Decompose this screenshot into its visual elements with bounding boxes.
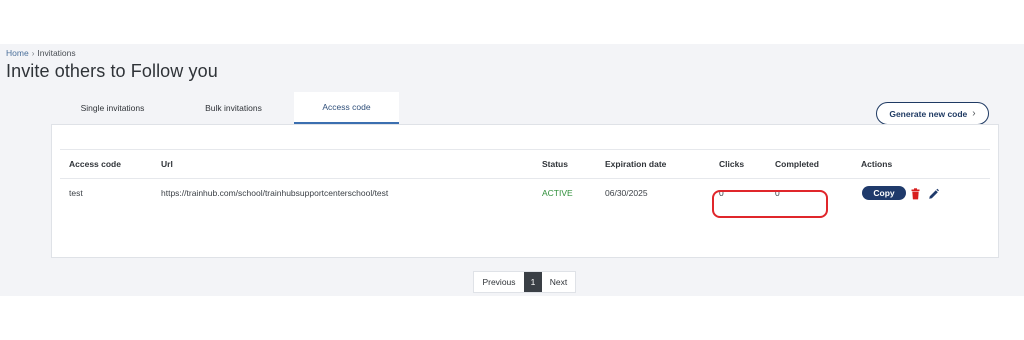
page-1-button[interactable]: 1 <box>524 272 542 292</box>
next-page-button[interactable]: Next <box>542 272 575 292</box>
previous-page-button[interactable]: Previous <box>474 272 524 292</box>
cell-access-code: test <box>69 188 83 198</box>
pencil-icon[interactable] <box>928 187 939 199</box>
tab-bulk-invitations[interactable]: Bulk invitations <box>173 92 294 124</box>
table-header: Access code Url Status Expiration date C… <box>60 149 990 179</box>
header-expiration-date: Expiration date <box>605 159 667 169</box>
header-url: Url <box>161 159 173 169</box>
cell-expiration-date: 06/30/2025 <box>605 188 648 198</box>
app-content: Home › Invitations Invite others to Foll… <box>0 44 1024 296</box>
header-actions: Actions <box>861 159 893 169</box>
access-code-table-card: Access code Url Status Expiration date C… <box>51 124 999 258</box>
header-clicks: Clicks <box>719 159 745 169</box>
generate-new-code-button[interactable]: Generate new code › <box>876 102 989 125</box>
chevron-right-icon: › <box>972 108 976 119</box>
cell-url: https://trainhub.com/school/trainhubsupp… <box>161 188 389 198</box>
breadcrumb-current: Invitations <box>37 48 76 58</box>
header-completed: Completed <box>775 159 819 169</box>
breadcrumb-home-link[interactable]: Home <box>6 48 29 58</box>
page-title: Invite others to Follow you <box>6 61 218 81</box>
tab-bar: Single invitations Bulk invitations Acce… <box>52 92 399 124</box>
header-status: Status <box>542 159 568 169</box>
generate-new-code-label: Generate new code <box>889 108 968 119</box>
breadcrumb: Home › Invitations <box>6 48 76 58</box>
tab-access-code[interactable]: Access code <box>294 92 399 124</box>
header-access-code: Access code <box>69 159 121 169</box>
table-row: test https://trainhub.com/school/trainhu… <box>60 179 990 207</box>
pagination: Previous 1 Next <box>473 271 576 293</box>
copy-button[interactable]: Copy <box>862 186 906 200</box>
trash-icon[interactable] <box>910 187 921 200</box>
tab-single-invitations[interactable]: Single invitations <box>52 92 173 124</box>
clicks-completed-highlight <box>712 190 828 218</box>
status-badge: ACTIVE <box>542 188 573 198</box>
chevron-right-icon: › <box>31 48 35 58</box>
